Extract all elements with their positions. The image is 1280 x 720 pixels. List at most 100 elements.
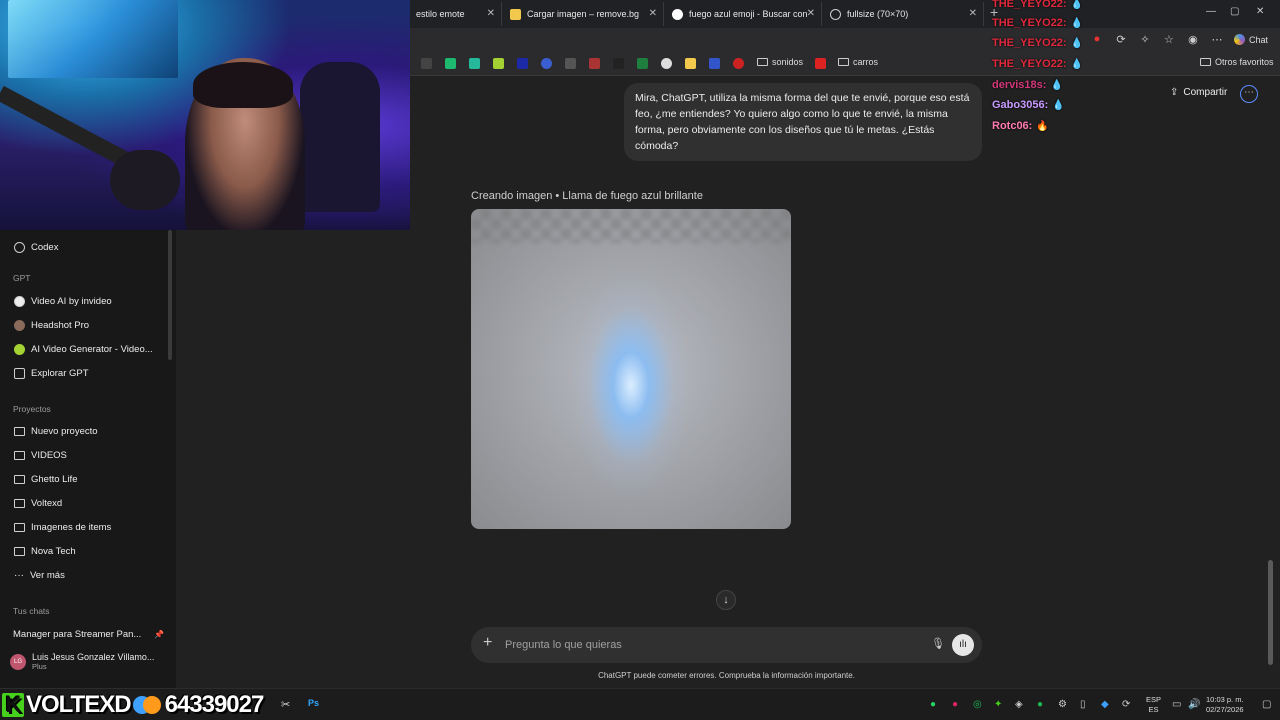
- kick-tray-icon[interactable]: ✦: [994, 699, 1002, 710]
- disclaimer: ChatGPT puede cometer errores. Comprueba…: [598, 671, 855, 680]
- sidebar-item-nova-tech[interactable]: Nova Tech: [8, 541, 164, 561]
- network-icon[interactable]: ▭: [1172, 699, 1181, 710]
- pin-icon[interactable]: 📌: [154, 630, 164, 639]
- close-icon[interactable]: ✕: [969, 8, 977, 19]
- tab-fullsize[interactable]: fullsize (70×70) ✕: [824, 2, 984, 26]
- defender-tray-icon[interactable]: ◆: [1101, 699, 1109, 710]
- tray-app-icon[interactable]: ●: [952, 699, 958, 710]
- scroll-down-button[interactable]: ↓: [716, 590, 736, 610]
- removebg-icon: [510, 8, 521, 20]
- bookmark-icon[interactable]: [733, 58, 744, 69]
- sidebar-item-headshot-pro[interactable]: Headshot Pro: [8, 315, 164, 335]
- headshot-icon: [14, 319, 25, 331]
- notifications-icon[interactable]: ▢: [1262, 699, 1271, 710]
- tab-google-search[interactable]: fuego azul emoji - Buscar con Goo ✕: [666, 2, 822, 26]
- copilot-chat-button[interactable]: Chat: [1233, 33, 1268, 46]
- voice-mode-button[interactable]: ılı: [952, 634, 974, 656]
- coins-icon: [132, 695, 163, 715]
- folder-icon: [1200, 58, 1211, 66]
- bookmark-folder-sonidos[interactable]: sonidos: [757, 57, 803, 67]
- stream-chat-line: dervis18s: 💧: [992, 79, 1063, 91]
- close-icon[interactable]: ✕: [649, 8, 657, 19]
- sidebar-item-label: VIDEOS: [31, 449, 67, 461]
- sidebar-item-voltexd[interactable]: Voltexd: [8, 493, 164, 513]
- system-clock[interactable]: 10:03 p. m. 02/27/2026: [1206, 695, 1244, 715]
- usb-tray-icon[interactable]: ▯: [1080, 699, 1086, 710]
- prompt-input[interactable]: [505, 635, 915, 655]
- sidebar-item-new-project[interactable]: Nuevo proyecto: [8, 421, 164, 441]
- volume-icon[interactable]: 🔊: [1188, 699, 1200, 710]
- bookmark-folder-carros[interactable]: carros: [838, 57, 878, 67]
- bookmark-icon[interactable]: [815, 58, 826, 69]
- stream-chat-line: THE_YEYO22: 💧: [992, 58, 1084, 70]
- folder-icon: [14, 522, 25, 532]
- extensions-icon[interactable]: ✧: [1138, 33, 1152, 46]
- bookmark-icon[interactable]: [613, 58, 624, 69]
- bookmark-icon[interactable]: [445, 58, 456, 69]
- blue-drop-icon: 💧: [1050, 79, 1063, 91]
- bookmark-icon[interactable]: [709, 58, 720, 69]
- sidebar-item-invideo[interactable]: Video AI by invideo: [8, 291, 164, 311]
- tab-label: Cargar imagen – remove.bg: [527, 9, 640, 19]
- bookmark-icon[interactable]: [661, 58, 672, 69]
- sidebar-item-codex[interactable]: Codex: [8, 237, 164, 257]
- sidebar-item-label: Nova Tech: [31, 545, 76, 557]
- favorites-icon[interactable]: ☆: [1162, 33, 1176, 46]
- photoshop-taskbar-icon[interactable]: Ps: [308, 698, 319, 708]
- close-window-icon[interactable]: ✕: [1256, 6, 1264, 17]
- chat-item-manager[interactable]: Manager para Streamer Pan... 📌: [8, 624, 164, 644]
- spotify-tray-icon[interactable]: ●: [1037, 699, 1043, 710]
- tab-estilo-emote[interactable]: estilo emote ✕: [410, 2, 502, 26]
- other-favorites-folder[interactable]: Otros favoritos: [1200, 57, 1274, 67]
- tray-app-icon[interactable]: ◎: [973, 699, 982, 710]
- folder-icon: [14, 474, 25, 484]
- tab-label: estilo emote: [416, 9, 465, 19]
- coins-counter: 64339027: [164, 691, 265, 718]
- generating-image-preview[interactable]: [471, 209, 791, 529]
- share-button[interactable]: ⇪ Compartir: [1170, 87, 1227, 98]
- sidebar-item-explore-gpt[interactable]: Explorar GPT: [8, 363, 164, 383]
- whatsapp-tray-icon[interactable]: ●: [930, 699, 936, 710]
- refresh-icon[interactable]: ⟳: [1114, 33, 1128, 46]
- sidebar-item-ai-video-generator[interactable]: AI Video Generator - Video...: [8, 339, 164, 359]
- bookmark-icon[interactable]: [517, 58, 528, 69]
- folder-icon: [14, 450, 25, 460]
- add-attachment-icon[interactable]: +: [483, 634, 492, 652]
- sidebar-item-label: Headshot Pro: [31, 319, 90, 331]
- tab-remove-bg[interactable]: Cargar imagen – remove.bg ✕: [504, 2, 664, 26]
- minimize-icon[interactable]: —: [1206, 6, 1216, 17]
- menu-icon[interactable]: ⋯: [1210, 33, 1224, 46]
- extension-icon[interactable]: ●: [1090, 33, 1104, 46]
- sidebar-item-imagenes-de-items[interactable]: Imagenes de items: [8, 517, 164, 537]
- tray-app-icon[interactable]: ⚙: [1058, 699, 1067, 710]
- bookmark-icon[interactable]: [589, 58, 600, 69]
- bookmark-icon[interactable]: [469, 58, 480, 69]
- close-icon[interactable]: ✕: [487, 8, 495, 19]
- sidebar-scrollbar[interactable]: [168, 230, 172, 360]
- bookmark-icon[interactable]: [685, 58, 696, 69]
- bookmark-icon[interactable]: [493, 58, 504, 69]
- microphone-icon[interactable]: 🎙: [931, 637, 945, 650]
- language-indicator[interactable]: ESP ES: [1146, 695, 1161, 715]
- webcam-chair: [300, 62, 380, 212]
- folder-icon: [14, 546, 25, 556]
- folder-bookmark-icon[interactable]: [565, 58, 576, 69]
- sidebar-item-ghetto-life[interactable]: Ghetto Life: [8, 469, 164, 489]
- sidebar-item-videos[interactable]: VIDEOS: [8, 445, 164, 465]
- sidebar-item-label: Video AI by invideo: [31, 295, 112, 307]
- maximize-icon[interactable]: ▢: [1230, 6, 1239, 17]
- anchor-bookmark-icon[interactable]: [421, 58, 432, 69]
- more-options-icon[interactable]: ⋯: [1240, 85, 1258, 103]
- profile-icon[interactable]: ◉: [1186, 33, 1200, 46]
- transparency-checker: [471, 209, 791, 243]
- tray-app-icon[interactable]: ⟳: [1122, 699, 1130, 710]
- capcut-taskbar-icon[interactable]: ✂: [281, 698, 290, 711]
- sidebar-item-ver-mas[interactable]: ··· Ver más: [8, 565, 164, 585]
- close-icon[interactable]: ✕: [807, 8, 815, 19]
- sidebar-item-label: Ver más: [30, 569, 65, 581]
- bookmark-icon[interactable]: [541, 58, 552, 69]
- main-scrollbar[interactable]: [1268, 560, 1273, 665]
- user-profile[interactable]: LG Luis Jesus Gonzalez Villamo... Plus: [10, 652, 154, 671]
- discord-tray-icon[interactable]: ◈: [1015, 699, 1023, 710]
- excel-icon[interactable]: [637, 58, 648, 69]
